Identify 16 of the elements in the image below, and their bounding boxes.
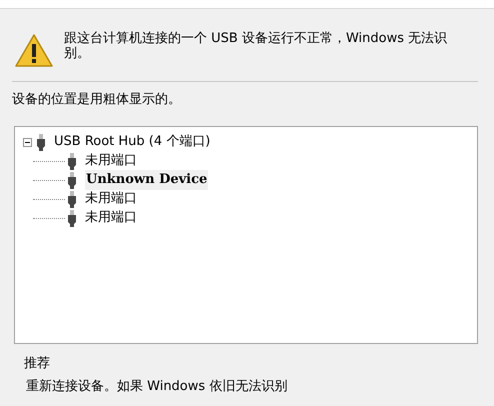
recommendation-text: 重新连接设备。如果 Windows 依旧无法识别 xyxy=(26,378,288,396)
tree-item[interactable]: USB Root Hub (4 个端口) xyxy=(54,132,210,152)
tree-item[interactable]: 未用端口 xyxy=(85,151,137,171)
usb-plug-icon xyxy=(67,172,77,188)
section-heading: 推荐 xyxy=(24,354,51,372)
error-message: 跟这台计算机连接的一个 USB 设备运行不正常，Windows 无法识别。 xyxy=(64,30,448,61)
location-note: 设备的位置是用粗体显示的。 xyxy=(12,91,182,109)
usb-plug-icon xyxy=(67,190,77,208)
usb-plug-icon xyxy=(36,134,46,150)
tree-item[interactable]: 未用端口 xyxy=(85,208,137,228)
tree-item[interactable]: Unknown Device xyxy=(85,170,208,190)
warning-icon xyxy=(14,33,54,69)
usb-plug-icon xyxy=(67,210,77,226)
tree-item[interactable]: 未用端口 xyxy=(85,189,137,209)
usb-plug-icon xyxy=(67,152,77,170)
collapse-toggle[interactable] xyxy=(23,138,32,146)
